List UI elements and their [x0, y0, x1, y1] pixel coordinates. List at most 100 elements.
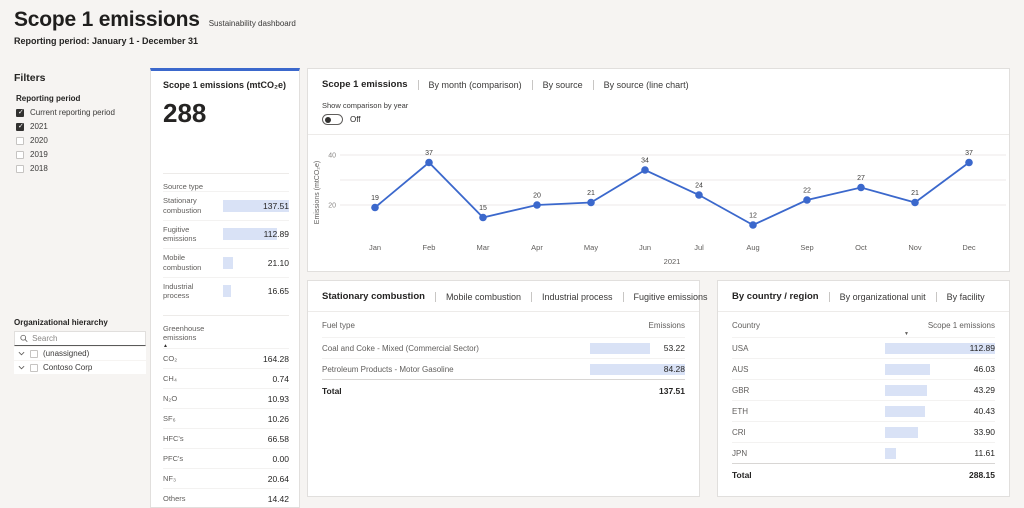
search-input[interactable]	[32, 334, 140, 343]
filter-option-2020[interactable]: 2020	[16, 136, 144, 145]
kpi-value: 288	[163, 98, 289, 129]
source-type-row[interactable]: Stationary combustion 137.51	[163, 191, 289, 220]
checkbox[interactable]	[16, 165, 24, 173]
tab-by-month-comparison[interactable]: By month (comparison)	[418, 80, 532, 90]
data-bar	[885, 385, 927, 396]
tree-item-contoso-corp[interactable]: Contoso Corp	[14, 361, 146, 374]
data-point[interactable]	[587, 199, 595, 207]
page-header: Scope 1 emissions Sustainability dashboa…	[14, 8, 296, 46]
source-type-row[interactable]: Industrial process 16.65	[163, 277, 289, 306]
greenhouse-row[interactable]: CH₄0.74	[163, 368, 289, 388]
tab-fugitive-emissions[interactable]: Fugitive emissions	[623, 292, 718, 302]
country-table-row[interactable]: JPN 11.61	[732, 442, 995, 463]
data-bar	[885, 406, 925, 417]
data-point[interactable]	[749, 221, 757, 229]
tree-item-label: (unassigned)	[43, 349, 89, 358]
filter-option-label: 2020	[30, 136, 48, 145]
filter-option-current-reporting-period[interactable]: Current reporting period	[16, 108, 144, 117]
filter-group-reporting-period: Reporting period	[16, 94, 144, 103]
greenhouse-row[interactable]: SF₆10.26	[163, 408, 289, 428]
data-point[interactable]	[857, 184, 865, 192]
greenhouse-row[interactable]: CO₂164.28	[163, 348, 289, 368]
checkbox[interactable]	[16, 151, 24, 159]
data-bar	[885, 364, 930, 375]
data-point[interactable]	[803, 196, 811, 204]
column-header-scope1-emissions[interactable]: Scope 1 emissions	[928, 321, 995, 330]
greenhouse-emissions-heading[interactable]: Greenhouse emissions ▲	[163, 324, 225, 348]
combustion-panel-tabs: Stationary combustion Mobile combustion …	[322, 291, 685, 302]
country-table-row[interactable]: ETH 40.43	[732, 400, 995, 421]
column-header-emissions[interactable]: Emissions	[649, 321, 685, 330]
sort-descending-icon[interactable]: ▼	[904, 331, 909, 337]
x-tick-label: Nov	[908, 243, 922, 252]
country-table-row[interactable]: CRI 33.90	[732, 421, 995, 442]
x-tick-label: Apr	[531, 243, 543, 252]
data-point[interactable]	[965, 159, 973, 167]
tab-by-source-line-chart[interactable]: By source (line chart)	[593, 80, 699, 90]
x-tick-label: Jan	[369, 243, 381, 252]
filter-option-label: Current reporting period	[30, 108, 115, 117]
data-point-label: 27	[857, 175, 865, 182]
comparison-toggle[interactable]	[322, 114, 343, 125]
data-point[interactable]	[533, 201, 541, 209]
data-point[interactable]	[911, 199, 919, 207]
divider	[163, 315, 289, 316]
tab-mobile-combustion[interactable]: Mobile combustion	[435, 292, 531, 302]
reporting-period-label: Reporting period: January 1 - December 3…	[14, 36, 296, 46]
greenhouse-row[interactable]: N₂O10.93	[163, 388, 289, 408]
checkbox[interactable]	[16, 123, 24, 131]
greenhouse-row[interactable]: HFC's66.58	[163, 428, 289, 448]
country-table-row[interactable]: AUS 46.03	[732, 358, 995, 379]
greenhouse-row[interactable]: Others14.42	[163, 488, 289, 508]
column-header-country[interactable]: Country	[732, 321, 760, 330]
column-header-fuel-type[interactable]: Fuel type	[322, 321, 355, 330]
checkbox[interactable]	[30, 364, 38, 372]
filter-option-2018[interactable]: 2018	[16, 164, 144, 173]
x-tick-label: Jul	[694, 243, 704, 252]
checkbox[interactable]	[30, 350, 38, 358]
x-tick-label: May	[584, 243, 598, 252]
tab-by-source[interactable]: By source	[532, 80, 593, 90]
data-point-label: 21	[911, 190, 919, 197]
filter-option-2019[interactable]: 2019	[16, 150, 144, 159]
org-hierarchy-search[interactable]	[14, 331, 146, 346]
fuel-table-row[interactable]: Petroleum Products - Motor Gasoline 84.2…	[322, 358, 685, 379]
country-table-row[interactable]: GBR 43.29	[732, 379, 995, 400]
tab-by-facility[interactable]: By facility	[936, 292, 995, 302]
data-point[interactable]	[479, 214, 487, 222]
source-type-row[interactable]: Fugitive emissions 112.89	[163, 220, 289, 249]
checkbox[interactable]	[16, 137, 24, 145]
greenhouse-row[interactable]: NF₃20.64	[163, 468, 289, 488]
x-tick-label: Jun	[639, 243, 651, 252]
data-point[interactable]	[641, 166, 649, 174]
tree-item-unassigned[interactable]: (unassigned)	[14, 347, 146, 360]
filter-option-2021[interactable]: 2021	[16, 122, 144, 131]
fuel-table-row[interactable]: Coal and Coke - Mixed (Commercial Sector…	[322, 337, 685, 358]
comparison-toggle-label: Show comparison by year	[322, 101, 1009, 110]
y-tick-label: 40	[328, 153, 336, 160]
x-axis-title: 2021	[664, 257, 681, 266]
checkbox[interactable]	[16, 109, 24, 117]
country-table-total-row: Total 288.15	[732, 463, 995, 486]
tab-stationary-combustion[interactable]: Stationary combustion	[322, 291, 435, 302]
data-point[interactable]	[425, 159, 433, 167]
chevron-down-icon[interactable]	[17, 350, 25, 358]
tab-by-country-region[interactable]: By country / region	[732, 291, 829, 302]
fuel-table-total-row: Total 137.51	[322, 379, 685, 402]
data-point[interactable]	[695, 191, 703, 199]
filters-pane: Filters Reporting period Current reporti…	[14, 72, 144, 173]
data-point-label: 24	[695, 183, 703, 190]
data-bar	[885, 427, 918, 438]
data-point-label: 21	[587, 190, 595, 197]
tab-scope-1-emissions[interactable]: Scope 1 emissions	[322, 79, 418, 90]
data-point[interactable]	[371, 204, 379, 212]
filter-option-label: 2018	[30, 164, 48, 173]
tab-industrial-process[interactable]: Industrial process	[531, 292, 623, 302]
greenhouse-row[interactable]: PFC's0.00	[163, 448, 289, 468]
scope1-emissions-chart-panel: Scope 1 emissions By month (comparison) …	[307, 68, 1010, 272]
divider	[163, 173, 289, 174]
country-table-row[interactable]: USA 112.89	[732, 337, 995, 358]
source-type-row[interactable]: Mobile combustion 21.10	[163, 248, 289, 277]
tab-by-organizational-unit[interactable]: By organizational unit	[829, 292, 936, 302]
chevron-down-icon[interactable]	[17, 364, 25, 372]
